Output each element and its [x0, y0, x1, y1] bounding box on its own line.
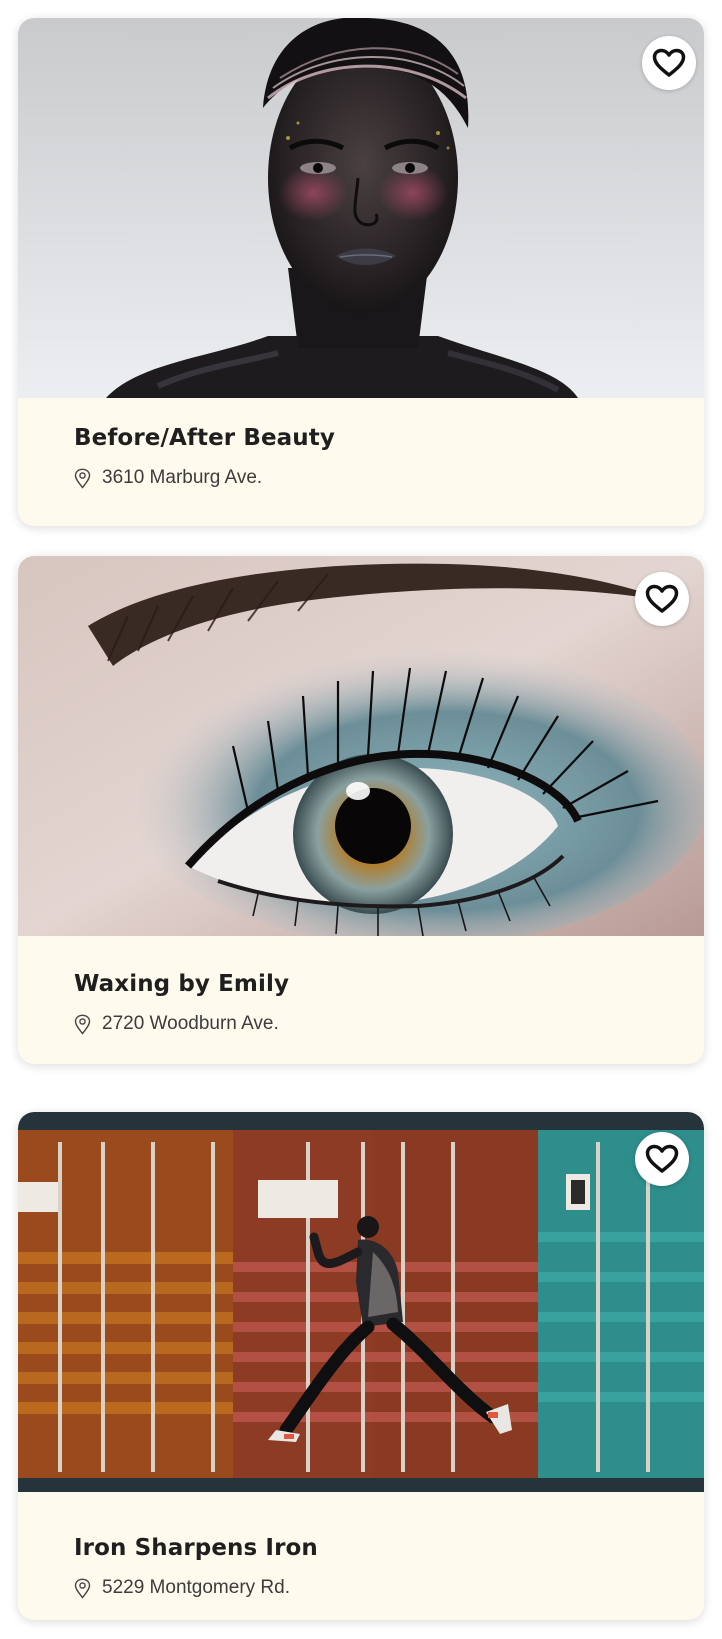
listing-photo [18, 556, 704, 936]
map-pin-icon [74, 1014, 91, 1035]
map-pin-icon [74, 468, 91, 489]
listing-address: 2720 Woodburn Ave. [74, 1011, 684, 1037]
listing-info: Before/After Beauty 3610 Marburg Ave. [74, 421, 684, 491]
heart-outline-icon [645, 1144, 679, 1174]
listing-card[interactable]: Waxing by Emily 2720 Woodburn Ave. [18, 556, 704, 1064]
listing-photo [18, 18, 704, 398]
address-text: 3610 Marburg Ave. [102, 465, 262, 491]
listing-info: Waxing by Emily 2720 Woodburn Ave. [74, 967, 684, 1037]
eye-closeup-image [18, 556, 704, 936]
address-text: 2720 Woodburn Ave. [102, 1011, 279, 1037]
listing-card[interactable]: Before/After Beauty 3610 Marburg Ave. [18, 18, 704, 526]
map-pin-icon [74, 1578, 91, 1599]
heart-outline-icon [645, 584, 679, 614]
listing-address: 3610 Marburg Ave. [74, 465, 684, 491]
portrait-photo-image [18, 18, 704, 398]
listing-photo [18, 1112, 704, 1492]
favorite-button[interactable] [642, 36, 696, 90]
heart-outline-icon [652, 48, 686, 78]
listing-name[interactable]: Before/After Beauty [74, 421, 684, 455]
listing-address: 5229 Montgomery Rd. [74, 1575, 684, 1601]
listing-name[interactable]: Waxing by Emily [74, 967, 684, 1001]
address-text: 5229 Montgomery Rd. [102, 1575, 290, 1601]
listing-card[interactable]: Iron Sharpens Iron 5229 Montgomery Rd. [18, 1112, 704, 1620]
shipping-containers-image [18, 1112, 704, 1492]
listing-info: Iron Sharpens Iron 5229 Montgomery Rd. [74, 1531, 684, 1601]
favorite-button[interactable] [635, 572, 689, 626]
favorite-button[interactable] [635, 1132, 689, 1186]
listing-name[interactable]: Iron Sharpens Iron [74, 1531, 684, 1565]
